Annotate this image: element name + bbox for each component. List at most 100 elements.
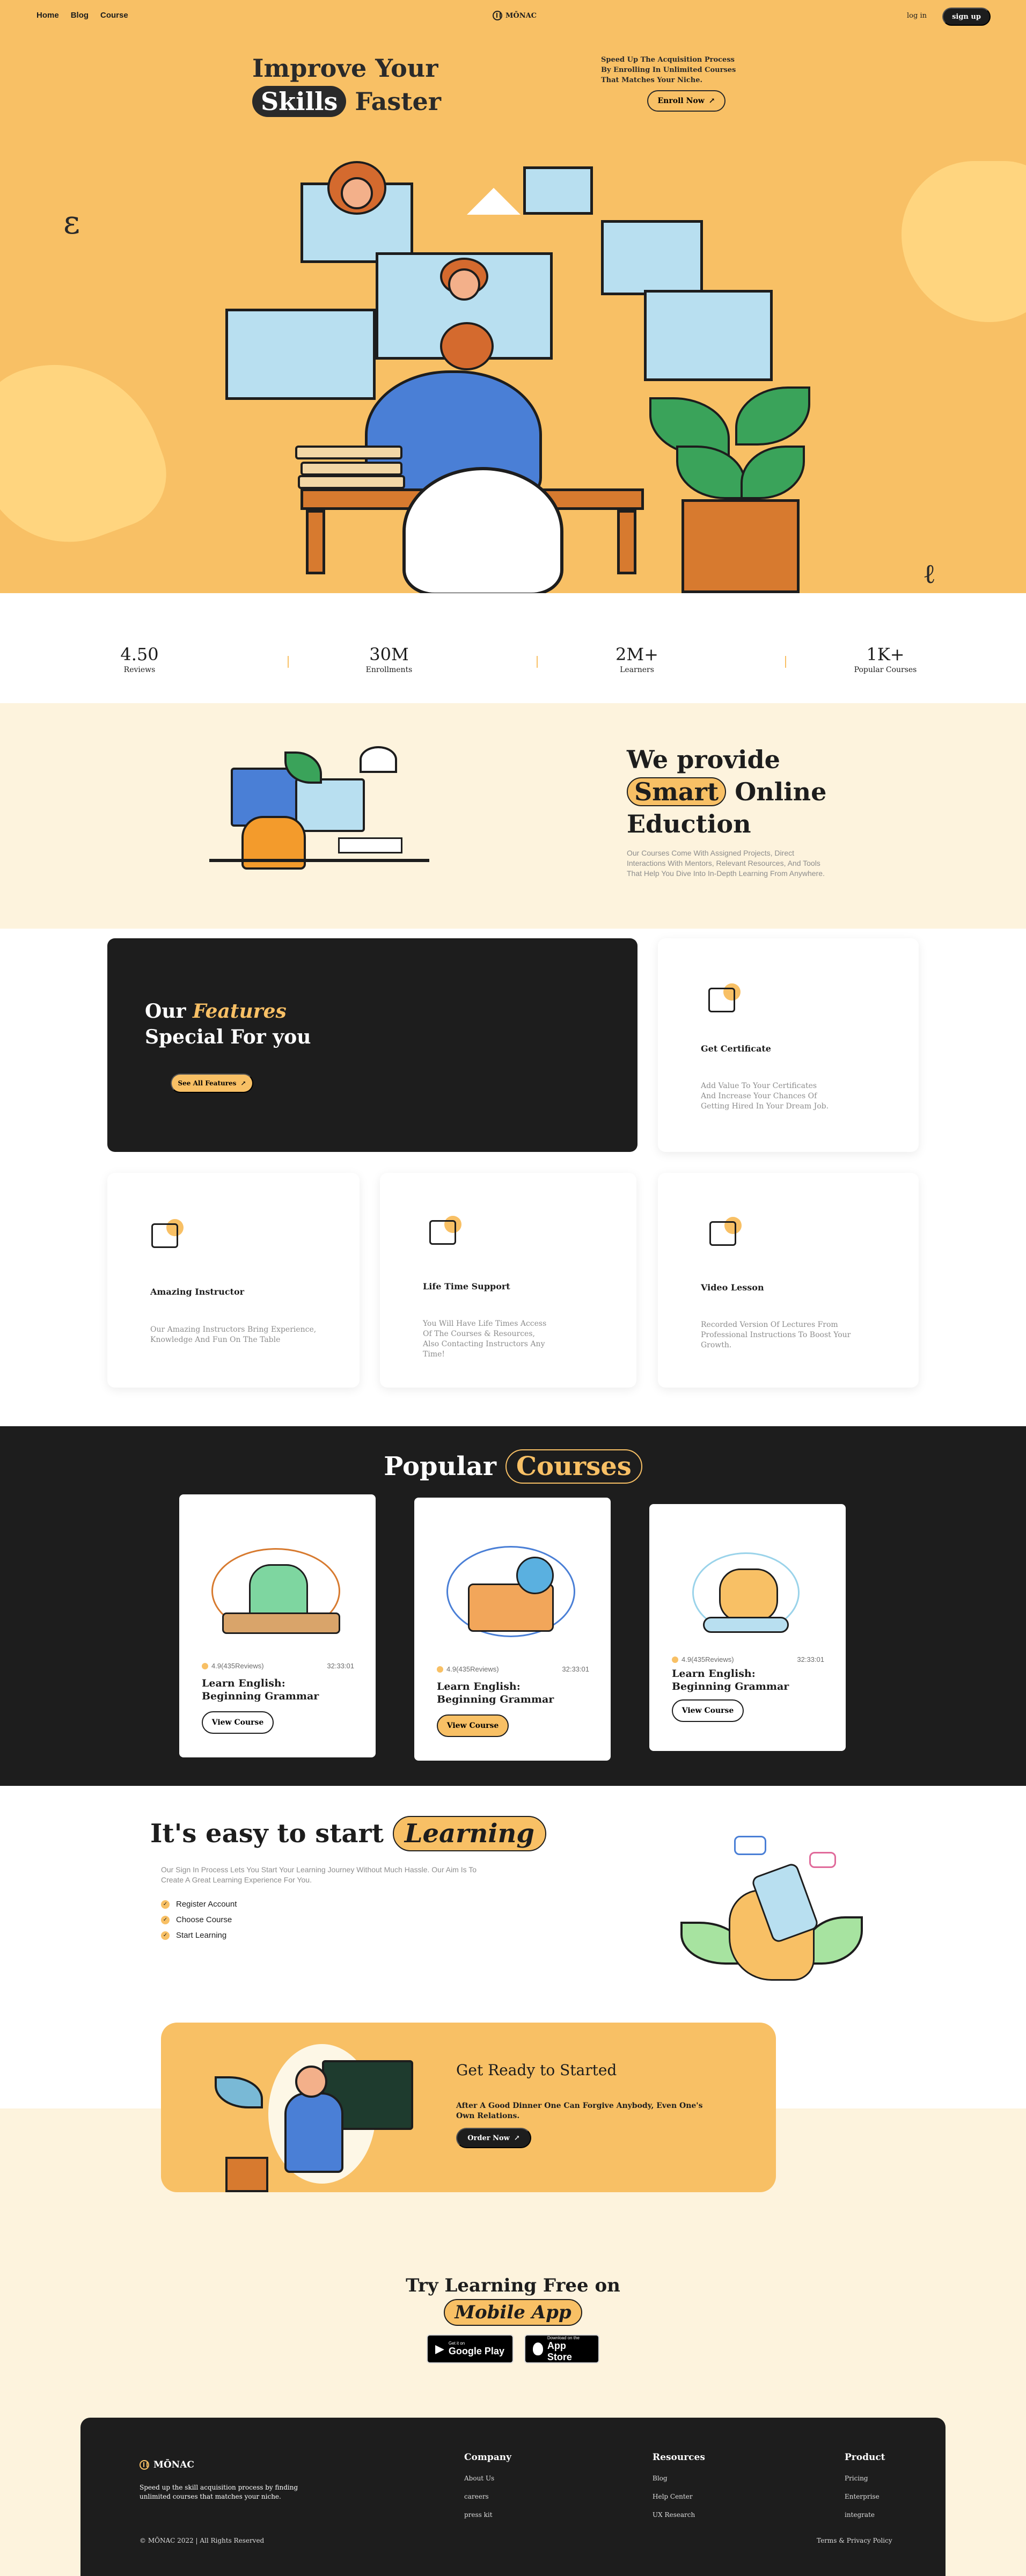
footer-link[interactable]: integrate <box>845 2511 875 2519</box>
chat-bubble-icon <box>734 1836 766 1855</box>
course-card[interactable]: 4.9(435Reviews) 32:33:01 Learn English: … <box>414 1498 611 1761</box>
course-rating-text: 4.9(435Reviews) <box>681 1655 734 1663</box>
check-icon: ✓ <box>161 1931 170 1940</box>
provide-highlight: Smart <box>627 777 727 806</box>
nav-course[interactable]: Course <box>100 11 128 20</box>
books-shape <box>295 446 402 459</box>
squiggle-icon: ℓ <box>923 558 936 589</box>
step-item: ✓ Choose Course <box>161 1912 237 1928</box>
google-play-button[interactable]: ▶ Get it on Google Play <box>427 2334 514 2363</box>
footer-link[interactable]: UX Research <box>653 2511 695 2519</box>
footer-link[interactable]: press kit <box>464 2511 493 2519</box>
see-all-label: See All Features <box>178 1079 237 1087</box>
course-duration: 32:33:01 <box>327 1662 354 1670</box>
app-store-big: App Store <box>547 2340 572 2362</box>
mobile-title-highlight: Mobile App <box>444 2299 582 2326</box>
footer: MŌNAC Speed up the skill acquisition pro… <box>80 2418 946 2576</box>
leaf-shape <box>215 2076 263 2108</box>
easy-title-text: It's easy to start <box>150 1819 393 1849</box>
logo-icon <box>493 11 502 20</box>
provide-text: Our Courses Come With Assigned Projects,… <box>627 849 825 878</box>
course-card[interactable]: 4.9(435Reviews) 32:33:01 Learn English: … <box>179 1494 376 1757</box>
app-store-button[interactable]: Download on the App Store <box>524 2334 599 2363</box>
video-panel <box>601 220 703 295</box>
phone-hand-illustration <box>680 1825 863 1997</box>
footer-link[interactable]: Help Center <box>653 2493 693 2500</box>
mobile-app-title: Try Learning Free on Mobile App <box>0 2272 1026 2326</box>
feature-card-certificate[interactable]: Get Certificate Add Value To Your Certif… <box>658 938 919 1152</box>
popular-title-text: Popular <box>384 1451 505 1482</box>
chair-shape <box>402 467 563 593</box>
video-lesson-icon <box>706 1216 744 1253</box>
stat-value: 2M+ <box>615 644 658 665</box>
check-icon: ✓ <box>161 1915 170 1924</box>
course-title: Learn English: Beginning Grammar <box>672 1668 789 1692</box>
chat-bubble-icon <box>809 1852 836 1868</box>
brand-name: MŌNAC <box>505 11 537 20</box>
footer-link[interactable]: About Us <box>464 2475 494 2482</box>
decorative-blob <box>902 161 1026 322</box>
footer-link[interactable]: Blog <box>653 2475 668 2482</box>
video-panel <box>644 290 773 381</box>
stat-divider <box>785 656 786 668</box>
course-card[interactable]: 4.9(435Reviews) 32:33:01 Learn English: … <box>649 1504 846 1751</box>
view-course-button[interactable]: View Course <box>672 1699 744 1722</box>
arrow-icon: ↗ <box>708 97 715 105</box>
footer-brand: MŌNAC <box>153 2460 194 2470</box>
see-all-features-button[interactable]: See All Features ↗ <box>171 1074 253 1093</box>
course-duration: 32:33:01 <box>797 1655 824 1663</box>
course-image <box>201 1516 354 1645</box>
footer-logo[interactable]: MŌNAC <box>140 2460 194 2470</box>
login-link[interactable]: log in <box>907 12 927 20</box>
brand-logo[interactable]: MŌNAC <box>493 11 537 20</box>
instructor-icon <box>148 1218 186 1256</box>
feature-text: Our Amazing Instructors Bring Experience… <box>150 1325 317 1344</box>
certificate-icon <box>705 982 743 1020</box>
face-shape <box>341 177 373 209</box>
stat-popular-courses: 1K+ Popular Courses <box>832 644 939 674</box>
star-icon <box>437 1666 443 1673</box>
feature-card-instructor[interactable]: Amazing Instructor Our Amazing Instructo… <box>107 1173 360 1388</box>
view-course-button[interactable]: View Course <box>202 1711 274 1734</box>
footer-copyright: © MŌNAC 2022 | All Rights Reserved <box>140 2537 265 2544</box>
stat-label: Popular Courses <box>854 666 917 674</box>
feature-card-support[interactable]: Life Time Support You Will Have Life Tim… <box>380 1173 636 1388</box>
face-shape <box>448 268 480 301</box>
feature-title: Video Lesson <box>701 1282 764 1293</box>
step-item: ✓ Start Learning <box>161 1928 237 1943</box>
desk-leg <box>617 510 636 574</box>
course-rating-text: 4.9(435Reviews) <box>446 1665 499 1673</box>
course-image <box>436 1519 589 1648</box>
feature-card-video[interactable]: Video Lesson Recorded Version Of Lecture… <box>658 1173 919 1388</box>
terms-link[interactable]: Terms & Privacy Policy <box>817 2537 892 2544</box>
footer-link[interactable]: careers <box>464 2493 489 2500</box>
features-title-highlight: Features <box>193 1000 287 1023</box>
nav-blog[interactable]: Blog <box>71 11 89 20</box>
app-store-small: Download on the <box>547 2335 580 2340</box>
teacher-head <box>295 2066 327 2098</box>
google-play-text: Get it on Google Play <box>449 2341 504 2357</box>
footer-description: Speed up the skill acquisition process b… <box>140 2484 298 2500</box>
arrow-icon: ↗ <box>240 1079 246 1087</box>
cta-text: After A Good Dinner One Can Forgive Anyb… <box>456 2101 703 2120</box>
footer-col-company: Company About Us careers press kit <box>464 2452 511 2524</box>
hero-section: ɛ ℓ Home Blog Course MŌNAC log in sign u… <box>0 0 1026 593</box>
order-now-button[interactable]: Order Now ↗ <box>456 2128 531 2148</box>
course-rating: 4.9(435Reviews) <box>437 1665 499 1673</box>
leaf-shape <box>676 446 746 499</box>
step-label: Choose Course <box>176 1915 232 1924</box>
view-course-button[interactable]: View Course <box>437 1714 509 1737</box>
footer-link[interactable]: Enterprise <box>845 2493 880 2500</box>
feature-title: Life Time Support <box>423 1281 510 1291</box>
course-art-person <box>249 1564 308 1618</box>
feature-text: Add Value To Your Certificates And Incre… <box>701 1082 829 1111</box>
nav-home[interactable]: Home <box>36 11 59 20</box>
course-rating: 4.9(435Reviews) <box>202 1662 264 1670</box>
signup-button[interactable]: sign up <box>942 8 991 26</box>
teacher-illustration <box>204 2033 429 2192</box>
feature-text: Recorded Version Of Lectures From Profes… <box>701 1320 851 1349</box>
stat-reviews: 4.50 Reviews <box>86 644 193 674</box>
features-title: Our Features Special For you <box>145 998 311 1050</box>
enroll-button[interactable]: Enroll Now ↗ <box>647 90 725 112</box>
footer-link[interactable]: Pricing <box>845 2475 868 2482</box>
